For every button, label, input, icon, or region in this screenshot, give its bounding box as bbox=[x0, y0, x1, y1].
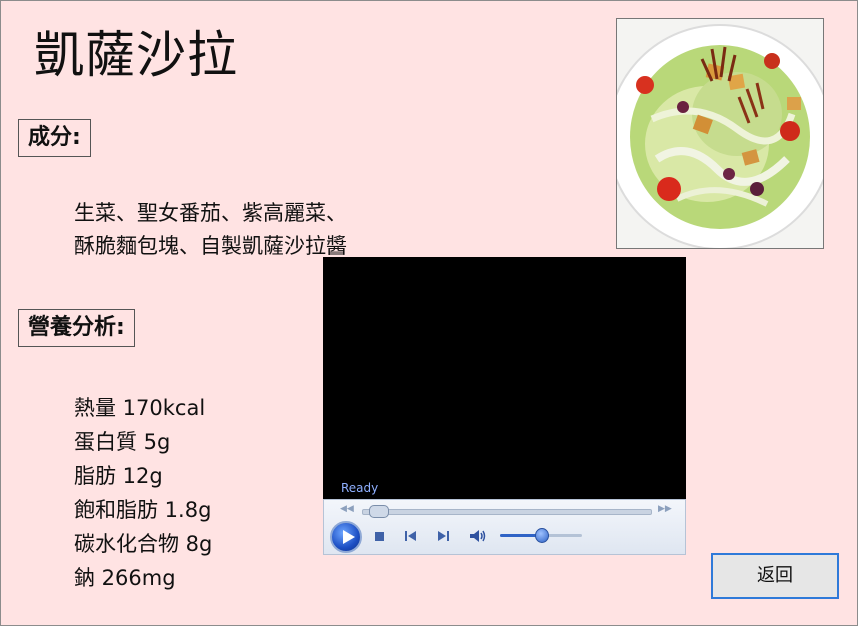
player-controls: ◀◀ ▶▶ bbox=[323, 499, 686, 555]
ingredients-line: 生菜、聖女番茄、紫高麗菜、 bbox=[74, 201, 347, 225]
media-player[interactable]: Ready ◀◀ ▶▶ bbox=[323, 257, 686, 555]
nutrition-item: 碳水化合物 8g bbox=[74, 532, 213, 556]
page-title: 凱薩沙拉 bbox=[34, 26, 238, 84]
nutrition-item: 脂肪 12g bbox=[74, 464, 163, 488]
seek-forward-icon[interactable]: ▶▶ bbox=[658, 504, 672, 514]
play-button[interactable] bbox=[330, 521, 362, 553]
nutrition-item: 蛋白質 5g bbox=[74, 430, 171, 454]
nutrition-item: 飽和脂肪 1.8g bbox=[74, 498, 212, 522]
next-icon[interactable] bbox=[434, 528, 452, 544]
ingredients-line: 酥脆麵包塊、自製凱薩沙拉醬 bbox=[74, 234, 347, 258]
nutrition-item: 熱量 170kcal bbox=[74, 396, 206, 420]
ingredients-list: 生菜、聖女番茄、紫高麗菜、 酥脆麵包塊、自製凱薩沙拉醬 bbox=[74, 197, 347, 263]
back-button[interactable]: 返回 bbox=[711, 553, 839, 599]
nutrition-list: 熱量 170kcal 蛋白質 5g 脂肪 12g 飽和脂肪 1.8g 碳水化合物… bbox=[74, 391, 212, 595]
seek-back-icon[interactable]: ◀◀ bbox=[340, 504, 354, 514]
stop-icon[interactable] bbox=[371, 528, 389, 544]
volume-icon[interactable] bbox=[468, 528, 486, 544]
nutrition-heading: 營養分析: bbox=[18, 309, 135, 347]
salad-photo bbox=[616, 18, 824, 249]
video-screen[interactable] bbox=[323, 257, 686, 499]
nutrition-item: 鈉 266mg bbox=[74, 566, 176, 590]
previous-icon[interactable] bbox=[402, 528, 420, 544]
form-window: 凱薩沙拉 成分: 生菜、聖女番茄、紫高麗菜、 酥脆麵包塊、自製凱薩沙拉醬 營養分… bbox=[0, 0, 858, 626]
ingredients-heading: 成分: bbox=[18, 119, 91, 157]
volume-thumb[interactable] bbox=[535, 528, 549, 543]
seek-thumb[interactable] bbox=[368, 505, 389, 518]
player-status: Ready bbox=[341, 481, 379, 495]
seek-bar[interactable] bbox=[362, 509, 652, 515]
